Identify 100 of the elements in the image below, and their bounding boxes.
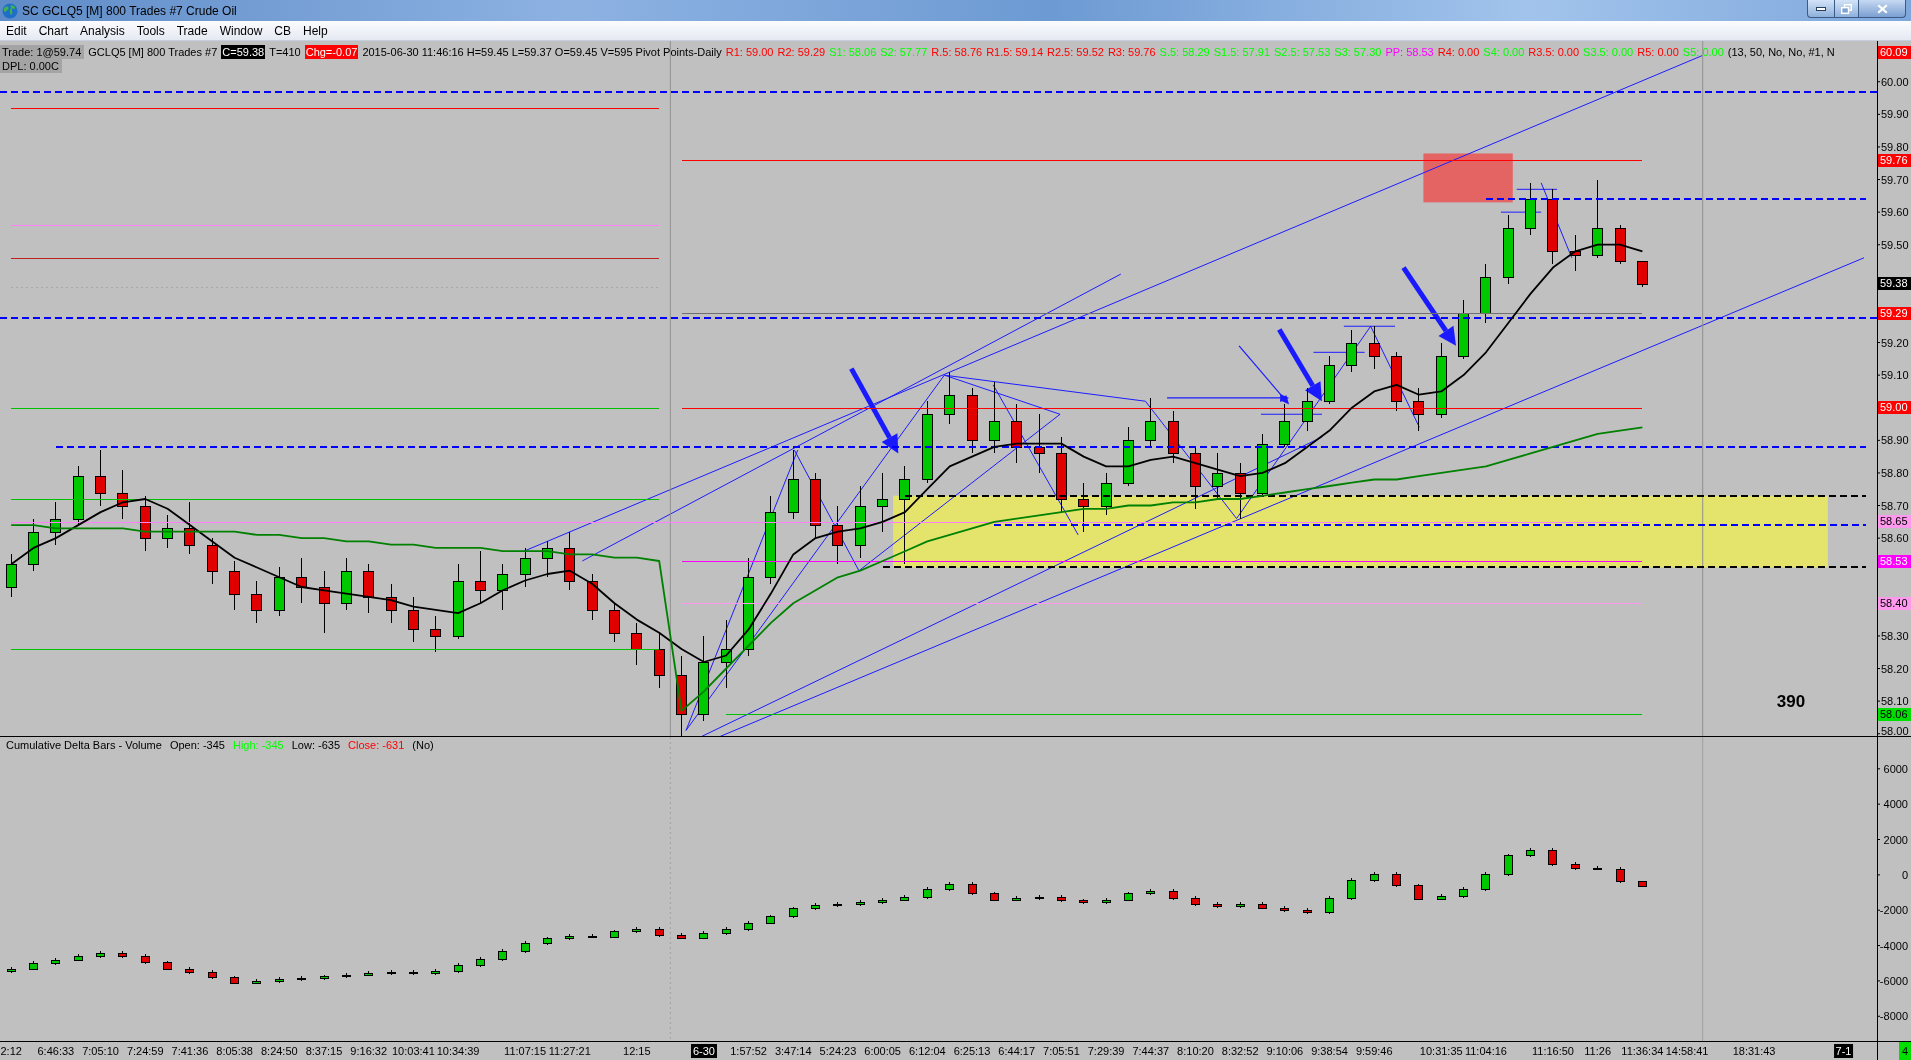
time-label: 6:46:33 — [37, 1045, 75, 1057]
time-label: 11:26 — [1584, 1045, 1612, 1057]
price-axis-badge: 58.53 — [1878, 554, 1911, 568]
delta-bar — [521, 940, 530, 954]
delta-bar — [1437, 893, 1446, 901]
candle — [1212, 452, 1223, 500]
menu-item[interactable]: Edit — [0, 21, 33, 40]
axis-tick-label: 59.60 — [1881, 206, 1909, 219]
price-axis-badge: 59.29 — [1878, 306, 1911, 320]
restore-icon — [1841, 3, 1852, 14]
candle — [810, 472, 821, 539]
axis-tick-label: 0 — [1901, 868, 1908, 881]
delta-bar — [230, 975, 239, 985]
delta-bar — [990, 891, 999, 902]
info-text: T=410 — [269, 45, 301, 59]
candle — [631, 622, 642, 666]
candle — [1078, 482, 1089, 533]
price-axis-badge: 58.06 — [1878, 707, 1911, 721]
delta-bar — [1526, 847, 1535, 858]
close-button[interactable] — [1859, 0, 1906, 18]
delta-bar — [1124, 891, 1133, 902]
delta-bar — [766, 914, 775, 925]
axis-tick-label: 58.70 — [1881, 499, 1909, 512]
candle — [73, 465, 84, 526]
pivot-value: R.5: 58.76 — [931, 45, 983, 59]
menu-item[interactable]: Analysis — [74, 21, 131, 40]
axis-tick-label: 58.90 — [1881, 434, 1909, 447]
candle — [1235, 462, 1246, 520]
time-label: 7:05:10 — [82, 1045, 119, 1057]
delta-bar — [476, 956, 485, 968]
pivot-value: S2: 57.77 — [880, 45, 928, 59]
time-label: 9:10:06 — [1266, 1045, 1304, 1057]
delta-bar — [1459, 886, 1468, 899]
pane-title: Cumulative Delta Bars - Volume — [6, 738, 162, 752]
delta-bar — [1638, 880, 1647, 887]
bar-count-label: 390 — [1776, 692, 1806, 711]
candle — [564, 531, 575, 591]
readout-value: High: -345 — [232, 738, 284, 752]
date-label: 7-1 — [1833, 1044, 1854, 1058]
menu-item[interactable]: Help — [297, 21, 334, 40]
candle — [50, 501, 61, 546]
time-label: 6:44:17 — [998, 1045, 1036, 1057]
delta-bar — [1370, 871, 1379, 883]
delta-bar — [1481, 871, 1490, 892]
axis-tick-label: 59.20 — [1881, 336, 1909, 349]
time-label: 14:58:41 — [1665, 1045, 1709, 1057]
time-label: 11:07:15 — [504, 1045, 547, 1057]
time-label: 8:10:20 — [1177, 1045, 1214, 1057]
candle — [1480, 263, 1491, 324]
axis-tick-label: -6000 — [1879, 974, 1908, 987]
delta-bar — [1169, 888, 1178, 901]
price-readout: C=59.38 — [221, 45, 266, 59]
dpl-readout: DPL: 0.00C — [0, 59, 62, 73]
candle — [408, 596, 419, 643]
menu-item[interactable]: CB — [268, 21, 297, 40]
candle — [654, 632, 665, 689]
pivot-value: R5: 0.00 — [1637, 45, 1679, 59]
candle — [721, 619, 732, 689]
candle — [341, 557, 352, 611]
candle — [274, 566, 285, 617]
candle — [184, 501, 195, 555]
delta-bar — [1571, 861, 1580, 871]
candle — [1615, 224, 1626, 265]
candle — [1637, 260, 1648, 288]
candle — [542, 540, 553, 578]
candle — [497, 563, 508, 611]
delta-bar — [1548, 847, 1557, 867]
time-label: 18:31:43 — [1732, 1045, 1776, 1057]
menu-item[interactable]: Window — [213, 21, 269, 40]
minimize-button[interactable] — [1807, 0, 1834, 18]
readout-value: (No) — [412, 738, 434, 752]
restore-button[interactable] — [1834, 0, 1859, 18]
candle — [1458, 299, 1469, 360]
readout-value: Low: -635 — [291, 738, 341, 752]
pivot-value: R3.5: 0.00 — [1528, 45, 1580, 59]
minimize-icon — [1816, 6, 1826, 11]
delta-bar — [677, 932, 686, 940]
time-label: 12:15 — [623, 1045, 651, 1057]
trade-readout: Trade: 1@59.74 — [0, 45, 85, 59]
candle — [296, 557, 307, 604]
candle — [229, 560, 240, 611]
menu-item[interactable]: Trade — [170, 21, 214, 40]
candle — [363, 563, 374, 614]
window-title: SC GCLQ5 [M] 800 Trades #7 Crude Oil — [22, 3, 237, 18]
candle — [877, 472, 888, 533]
delta-bar — [923, 886, 932, 900]
date-label: 6-30 — [690, 1044, 717, 1058]
delta-bar — [141, 953, 150, 965]
menu-item[interactable]: Chart — [32, 21, 75, 40]
delta-bar — [163, 960, 172, 971]
pivot-value: R1.5: 59.14 — [986, 45, 1043, 59]
time-label: 10:03:41 — [391, 1045, 435, 1057]
pivot-value: R1: 59.00 — [725, 45, 774, 59]
candle — [6, 553, 17, 598]
menu-item[interactable]: Tools — [130, 21, 171, 40]
candle — [788, 449, 799, 520]
axis-tick-label: 6000 — [1883, 762, 1908, 775]
candle — [117, 469, 128, 520]
delta-bar — [1191, 895, 1200, 907]
candle — [832, 505, 843, 565]
